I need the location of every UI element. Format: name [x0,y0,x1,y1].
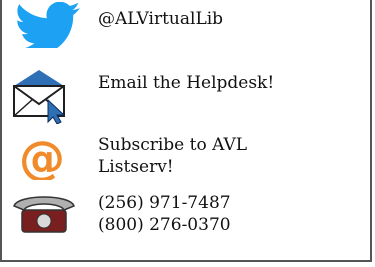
email-helpdesk-label: Email the Helpdesk! [98,73,275,93]
twitter-link[interactable]: @ALVirtualLib [2,0,370,52]
twitter-bird-icon [17,2,80,48]
telephone-icon [13,196,75,233]
phone-number-tollfree[interactable]: (800) 276-0370 [98,214,231,236]
envelope-cursor-icon [13,70,66,124]
listserv-label: Subscribe to AVL Listserv! [98,135,248,177]
phone-numbers: (256) 971-7487 (800) 276-0370 [98,192,231,236]
phone-row: (256) 971-7487 (800) 276-0370 [2,190,370,250]
contact-panel: @ALVirtualLib Email the Helpdesk! @ Subs… [0,0,372,262]
svg-text:@: @ [19,136,65,180]
email-helpdesk-link[interactable]: Email the Helpdesk! [2,62,370,124]
twitter-handle: @ALVirtualLib [98,9,224,29]
at-sign-icon: @ [19,136,65,180]
phone-number-local[interactable]: (256) 971-7487 [98,192,231,214]
listserv-subscribe-link[interactable]: @ Subscribe to AVL Listserv! [2,130,370,186]
